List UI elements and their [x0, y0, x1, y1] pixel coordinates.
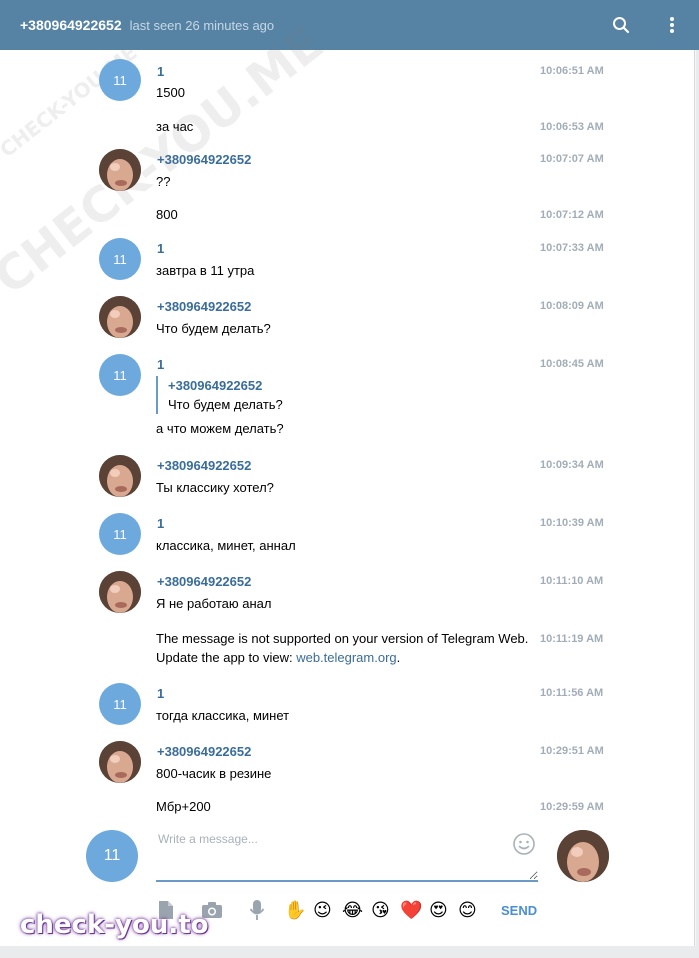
avatar[interactable]	[99, 741, 141, 783]
more-vertical-icon[interactable]	[659, 12, 685, 38]
tears-of-joy-emoji[interactable]: 😂	[342, 899, 363, 921]
message-text: Я не работаю анал	[156, 596, 272, 611]
unsupported-line2: Update the app to view: web.telegram.org…	[156, 648, 528, 667]
search-icon[interactable]	[608, 12, 634, 38]
avatar-label: 11	[113, 696, 127, 712]
avatar-label: 11	[113, 367, 127, 383]
raised-hand-emoji[interactable]: ✋	[284, 899, 306, 921]
avatar-label: 11	[113, 526, 127, 542]
message-time: 10:08:45 AM	[540, 358, 604, 370]
message-text: а что можем делать?	[156, 421, 284, 436]
message-text: за час	[156, 119, 194, 134]
message-input[interactable]	[156, 830, 538, 882]
watermark-bottom: check-you.to	[20, 910, 209, 940]
quote-author: +380964922652	[168, 378, 263, 393]
message-author[interactable]: +380964922652	[157, 299, 251, 314]
bottom-strip	[0, 946, 699, 958]
telegram-web-link[interactable]: web.telegram.org	[296, 650, 396, 665]
kiss-emoji[interactable]: 😘	[371, 899, 390, 921]
reply-quote[interactable]: +380964922652 Что будем делать?	[156, 376, 283, 414]
message-text: Ты классику хотел?	[156, 480, 274, 495]
message-text: завтра в 11 утра	[156, 263, 255, 278]
avatar[interactable]	[99, 455, 141, 497]
emoji-icon[interactable]	[512, 832, 536, 856]
message-time: 10:08:09 AM	[540, 300, 604, 312]
unsupported-line1: The message is not supported on your ver…	[156, 631, 529, 646]
wink-emoji[interactable]: 😉	[313, 899, 332, 921]
message-time: 10:29:59 AM	[540, 801, 604, 813]
message-time: 10:09:34 AM	[540, 459, 604, 471]
message-text: 800	[156, 207, 178, 222]
message-author[interactable]: 1	[157, 516, 164, 531]
message-text: ??	[156, 174, 171, 189]
unsupported-line2-suffix: .	[396, 650, 401, 665]
avatar[interactable]: 11	[99, 513, 141, 555]
peer-avatar-label: 11	[103, 847, 121, 864]
message-author[interactable]: 1	[157, 357, 164, 372]
unsupported-line2-prefix: Update the app to view:	[156, 650, 297, 665]
quote-text: Что будем делать?	[168, 397, 283, 412]
red-heart-emoji[interactable]: ❤️	[400, 899, 422, 921]
message-author[interactable]: 1	[157, 686, 164, 701]
message-author[interactable]: +380964922652	[157, 574, 251, 589]
avatar[interactable]	[99, 571, 141, 613]
message-text: 1500	[156, 85, 185, 100]
message-time: 10:07:33 AM	[540, 242, 604, 254]
message-author[interactable]: 1	[157, 64, 164, 79]
peer-avatar[interactable]: 11	[86, 830, 138, 882]
message-time: 10:07:07 AM	[540, 153, 604, 165]
message-time: 10:06:53 AM	[540, 121, 604, 133]
message-author[interactable]: +380964922652	[157, 458, 251, 473]
message-author[interactable]: +380964922652	[157, 152, 251, 167]
message-time: 10:11:56 AM	[540, 687, 604, 699]
avatar[interactable]	[99, 296, 141, 338]
avatar[interactable]	[99, 149, 141, 191]
heart-eyes-emoji[interactable]: 😍	[429, 899, 448, 921]
avatar-label: 11	[113, 251, 127, 267]
message-author[interactable]: +380964922652	[157, 744, 251, 759]
message-text: 800-часик в резине	[156, 766, 272, 781]
message-time: 10:11:10 AM	[540, 575, 604, 587]
smile-emoji[interactable]: 😊	[458, 899, 477, 921]
message-text: классика, минет, аннал	[156, 538, 296, 553]
send-button[interactable]: SEND	[501, 903, 537, 918]
message-time: 10:07:12 AM	[540, 209, 604, 221]
chat-header: +380964922652 last seen 26 minutes ago	[0, 0, 699, 50]
message-text: Что будем делать?	[156, 321, 271, 336]
message-text: Мбр+200	[156, 799, 211, 814]
microphone-icon[interactable]	[245, 898, 269, 922]
message-text: тогда классика, минет	[156, 708, 290, 723]
avatar[interactable]: 11	[99, 354, 141, 396]
peer-status: last seen 26 minutes ago	[129, 17, 275, 33]
avatar[interactable]: 11	[99, 238, 141, 280]
avatar[interactable]: 11	[99, 59, 141, 101]
avatar-label: 11	[113, 72, 127, 88]
message-author[interactable]: 1	[157, 241, 164, 256]
avatar[interactable]: 11	[99, 683, 141, 725]
message-time: 10:10:39 AM	[540, 517, 604, 529]
message-time: 10:29:51 AM	[540, 745, 604, 757]
peer-name[interactable]: +380964922652	[20, 17, 122, 33]
message-time: 10:06:51 AM	[540, 65, 604, 77]
unsupported-message: The message is not supported on your ver…	[156, 629, 528, 667]
message-time: 10:11:19 AM	[540, 633, 604, 645]
my-avatar[interactable]	[557, 830, 609, 882]
chat-panel: CHECK-YOU.ME CHECK-YOU.ME 11 1 1500 10:0…	[0, 15, 695, 946]
